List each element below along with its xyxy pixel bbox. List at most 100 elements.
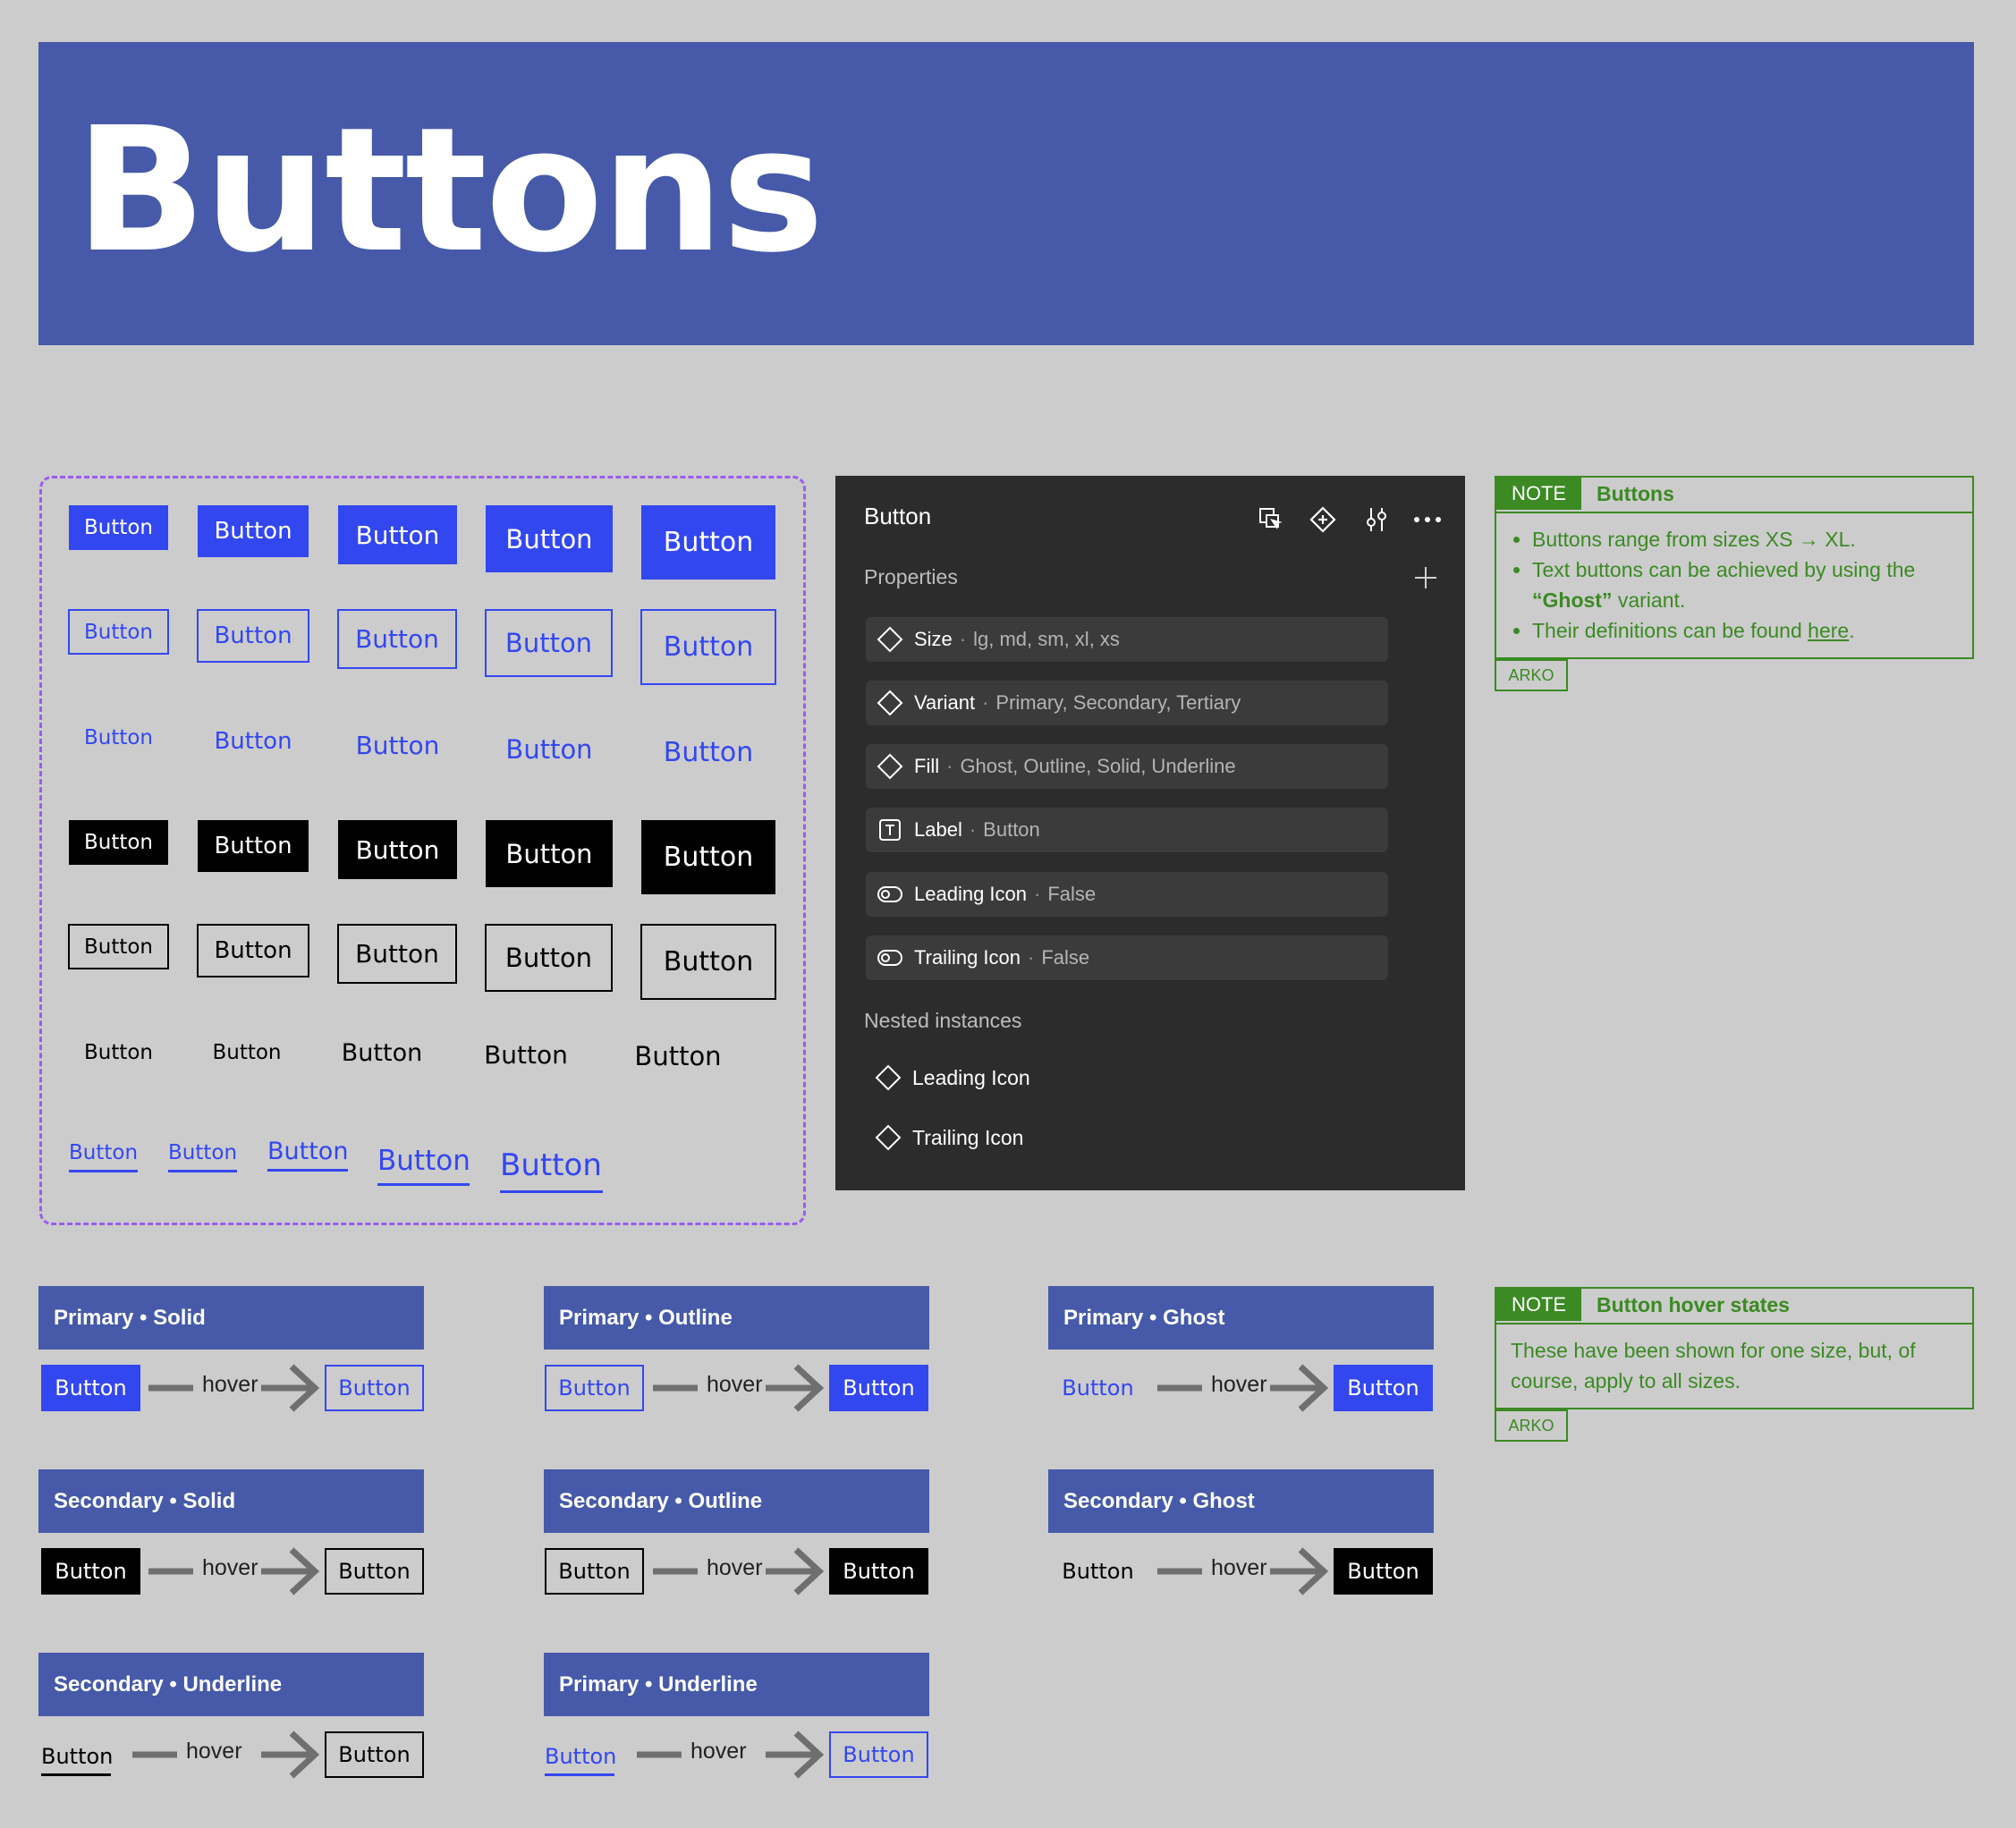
state-button-hover[interactable]: Button — [829, 1548, 928, 1595]
button-secondary-outline-xl[interactable]: Button — [640, 924, 776, 1000]
button-primary-solid-xs[interactable]: Button — [69, 505, 168, 550]
definitions-link[interactable]: here — [1808, 619, 1849, 642]
text-icon — [875, 815, 905, 845]
button-primary-outline-xs[interactable]: Button — [68, 609, 169, 655]
property-value: lg, md, sm, xl, xs — [973, 628, 1120, 650]
button-primary-outline-xl[interactable]: Button — [640, 609, 776, 685]
state-button-hover[interactable]: Button — [1334, 1365, 1433, 1411]
diamond-icon — [873, 1122, 903, 1153]
property-separator: · — [982, 691, 989, 714]
state-button-default[interactable]: Button — [41, 1365, 140, 1411]
button-secondary-outline-md[interactable]: Button — [337, 924, 457, 984]
component-icon[interactable] — [1309, 506, 1336, 537]
state-button-hover[interactable]: Button — [325, 1548, 424, 1595]
state-button-hover[interactable]: Button — [829, 1365, 928, 1411]
property-leading-icon[interactable]: Leading Icon · False — [866, 872, 1388, 917]
property-trailing-icon[interactable]: Trailing Icon · False — [866, 935, 1388, 980]
button-primary-underline-2[interactable]: Button — [168, 1133, 237, 1172]
button-primary-underline-3[interactable]: Button — [267, 1130, 348, 1172]
panel-title: Button — [864, 503, 932, 529]
button-secondary-solid-sm[interactable]: Button — [198, 820, 309, 872]
adjust-icon[interactable] — [1363, 506, 1390, 537]
diamond-icon — [875, 688, 905, 718]
button-secondary-ghost-lg[interactable]: Button — [465, 1025, 587, 1084]
button-primary-outline-lg[interactable]: Button — [485, 609, 613, 677]
nested-instance-label: Leading Icon — [912, 1065, 1030, 1089]
toggle-icon — [875, 879, 905, 910]
state-title: Primary • Outline — [544, 1286, 929, 1350]
button-secondary-solid-xl[interactable]: Button — [641, 820, 775, 894]
property-size[interactable]: Size · lg, md, sm, xl, xs — [866, 617, 1388, 662]
button-primary-ghost-sm[interactable]: Button — [198, 715, 309, 767]
button-primary-ghost-md[interactable]: Button — [338, 715, 457, 774]
note-body: Buttons range from sizes XS → XL. Text b… — [1511, 524, 1958, 646]
state-button-default[interactable]: Button — [545, 1548, 644, 1595]
button-primary-underline-1[interactable]: Button — [69, 1133, 138, 1172]
nested-instance-trailing-icon[interactable]: Trailing Icon — [873, 1122, 1023, 1153]
button-primary-outline-md[interactable]: Button — [337, 609, 457, 669]
button-secondary-outline-sm[interactable]: Button — [197, 924, 309, 977]
state-button-default[interactable]: Button — [41, 1548, 140, 1595]
state-button-hover[interactable]: Button — [325, 1731, 424, 1778]
button-primary-ghost-xl[interactable]: Button — [641, 715, 775, 790]
note-author: ARKO — [1495, 659, 1568, 691]
state-button-default[interactable]: Button — [545, 1737, 616, 1776]
go-to-component-icon[interactable] — [1258, 506, 1284, 537]
state-title: Secondary • Ghost — [1048, 1469, 1434, 1533]
hover-label: hover — [202, 1372, 258, 1397]
button-primary-ghost-lg[interactable]: Button — [486, 715, 613, 783]
property-fill[interactable]: Fill · Ghost, Outline, Solid, Underline — [866, 744, 1388, 789]
button-secondary-ghost-xl[interactable]: Button — [617, 1023, 739, 1089]
note-header: NOTE Buttons — [1496, 478, 1972, 513]
button-secondary-ghost-xs[interactable]: Button — [69, 1030, 168, 1075]
state-title: Secondary • Solid — [38, 1469, 424, 1533]
note-author: ARKO — [1495, 1409, 1568, 1442]
state-button-hover[interactable]: Button — [325, 1365, 424, 1411]
button-primary-outline-sm[interactable]: Button — [197, 609, 309, 663]
button-primary-solid-lg[interactable]: Button — [486, 505, 613, 572]
hover-label: hover — [690, 1739, 747, 1764]
property-name: Leading Icon — [914, 883, 1027, 905]
property-separator: · — [969, 818, 977, 841]
hover-label: hover — [707, 1555, 763, 1580]
hover-label: hover — [186, 1739, 242, 1764]
button-secondary-outline-lg[interactable]: Button — [485, 924, 613, 992]
property-name: Variant — [914, 691, 976, 714]
diamond-icon — [873, 1062, 903, 1093]
state-button-default[interactable]: Button — [545, 1365, 644, 1411]
state-button-default[interactable]: Button — [41, 1737, 113, 1776]
hover-label: hover — [202, 1555, 258, 1580]
state-button-default[interactable]: Button — [1048, 1365, 1148, 1411]
button-primary-ghost-xs[interactable]: Button — [69, 715, 168, 760]
state-button-default[interactable]: Button — [1048, 1548, 1148, 1595]
more-icon[interactable] — [1411, 506, 1444, 537]
button-secondary-solid-md[interactable]: Button — [338, 820, 457, 879]
state-button-hover[interactable]: Button — [1334, 1548, 1433, 1595]
button-primary-solid-xl[interactable]: Button — [641, 505, 775, 580]
property-name: Trailing Icon — [914, 946, 1021, 969]
state-button-hover[interactable]: Button — [829, 1731, 928, 1778]
property-separator: · — [959, 628, 967, 650]
button-secondary-outline-xs[interactable]: Button — [68, 924, 169, 969]
button-primary-underline-4[interactable]: Button — [377, 1136, 470, 1186]
property-separator: · — [946, 755, 953, 777]
note-header: NOTE Button hover states — [1496, 1289, 1972, 1324]
toggle-icon — [875, 943, 905, 973]
property-label[interactable]: Label · Button — [866, 808, 1388, 852]
properties-label: Properties — [864, 565, 958, 588]
button-secondary-ghost-sm[interactable]: Button — [198, 1030, 296, 1075]
property-name: Size — [914, 628, 953, 650]
button-secondary-ghost-md[interactable]: Button — [322, 1027, 442, 1079]
note-hover-states: NOTE Button hover states These have been… — [1495, 1287, 1974, 1409]
button-secondary-solid-lg[interactable]: Button — [486, 820, 613, 887]
note-bullet: Text buttons can be achieved by using th… — [1532, 554, 1958, 615]
property-variant[interactable]: Variant · Primary, Secondary, Tertiary — [866, 681, 1388, 725]
nested-instance-leading-icon[interactable]: Leading Icon — [873, 1062, 1030, 1093]
button-secondary-solid-xs[interactable]: Button — [69, 820, 168, 865]
page-title: Buttons — [75, 91, 824, 291]
button-primary-solid-md[interactable]: Button — [338, 505, 457, 564]
hover-label: hover — [1211, 1372, 1267, 1397]
button-primary-solid-sm[interactable]: Button — [198, 505, 309, 557]
add-property-icon[interactable] — [1413, 565, 1438, 595]
button-primary-underline-5[interactable]: Button — [500, 1138, 603, 1193]
